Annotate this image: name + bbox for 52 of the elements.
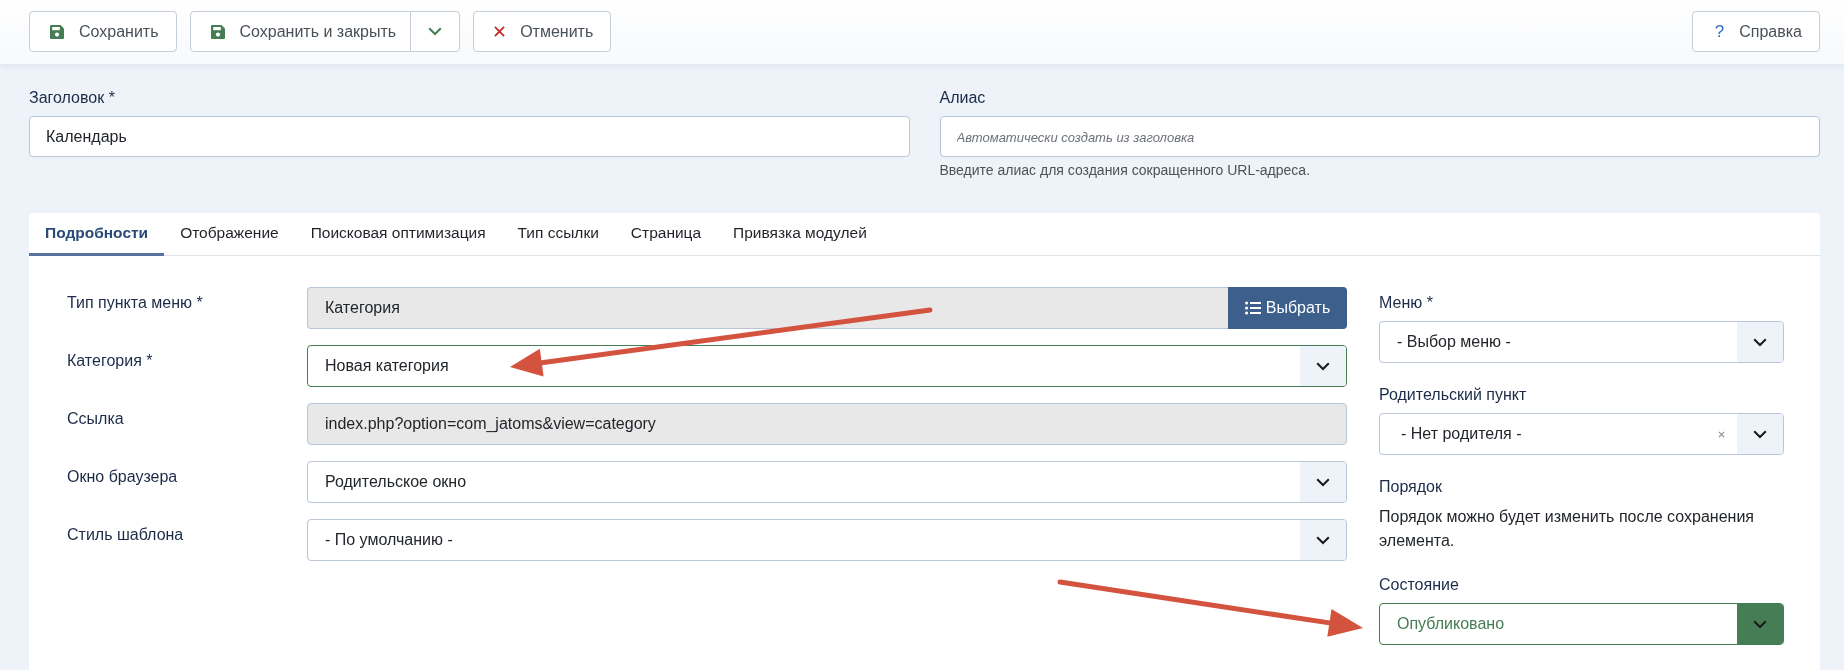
close-icon (494, 26, 506, 37)
chevron-down-icon (1316, 361, 1330, 371)
save-button[interactable]: Сохранить (29, 11, 177, 52)
alias-input[interactable]: Автоматически создать из заголовка (939, 116, 1820, 157)
dropdown-toggle[interactable] (1300, 462, 1346, 502)
field-label: Меню * (1379, 293, 1433, 313)
chevron-down-icon (1753, 429, 1767, 439)
dropdown-toggle[interactable] (1300, 520, 1346, 560)
field-label: Родительский пункт (1379, 385, 1527, 405)
tab[interactable]: Тип ссылки (501, 213, 615, 256)
dropdown-toggle[interactable] (1737, 322, 1783, 362)
list-icon (1244, 301, 1261, 315)
field-label: Порядок (1379, 477, 1442, 497)
dropdown-toggle[interactable] (1300, 346, 1346, 386)
help-icon: ? (1714, 21, 1725, 42)
dropdown-field[interactable]: - По умолчанию - (307, 519, 1347, 561)
help-text: Порядок можно будет изменить после сохранения элемента. (1379, 507, 1755, 551)
tab[interactable]: Отображение (164, 213, 295, 256)
field-label: Состояние (1379, 575, 1459, 595)
readonly-field: index.php?option=com_jatoms&view=category (307, 403, 1347, 445)
cancel-button[interactable]: Отменить (473, 11, 612, 52)
title-input[interactable]: Календарь (29, 116, 910, 157)
field-label: Тип пункта меню * (67, 293, 203, 313)
help-text: Введите алиас для создания сокращенного URL-адреса. (939, 161, 1311, 179)
tab[interactable]: Привязка модулей (717, 213, 883, 256)
readonly-field: Категория (307, 287, 1228, 329)
save-and-close-button[interactable]: Сохранить и закрыть (189, 11, 412, 52)
chevron-down-icon (1316, 477, 1330, 487)
dropdown-toggle[interactable] (410, 11, 461, 52)
chevron-down-icon (1753, 619, 1767, 629)
field-label: Окно браузера (67, 467, 178, 487)
dropdown-toggle[interactable] (1737, 414, 1783, 454)
field-label: Ссылка (67, 409, 124, 429)
chevron-down-icon (428, 27, 443, 36)
tab[interactable]: Поисковая оптимизация (294, 213, 502, 256)
tab[interactable]: Страница (614, 213, 718, 256)
chevron-down-icon (1316, 535, 1330, 545)
field-label: Стиль шаблона (67, 525, 184, 545)
field-label: Заголовок * (29, 88, 115, 108)
clear-icon[interactable] (1718, 430, 1725, 438)
field-label: Алиас (939, 88, 986, 108)
tab[interactable]: Подробности (29, 213, 165, 256)
help-button[interactable]: ? Справка (1691, 11, 1820, 52)
dropdown-toggle[interactable] (1737, 604, 1783, 644)
field-label: Категория * (67, 351, 153, 371)
dropdown-field[interactable]: - Выбор меню - (1379, 321, 1784, 363)
chevron-down-icon (1753, 337, 1767, 347)
dropdown-field[interactable]: - Нет родителя - (1379, 413, 1784, 455)
select-button[interactable]: Выбрать (1228, 287, 1347, 329)
dropdown-field[interactable]: Новая категория (307, 345, 1347, 387)
dropdown-field[interactable]: Опубликовано (1379, 603, 1784, 645)
dropdown-field[interactable]: Родительское окно (307, 461, 1347, 503)
